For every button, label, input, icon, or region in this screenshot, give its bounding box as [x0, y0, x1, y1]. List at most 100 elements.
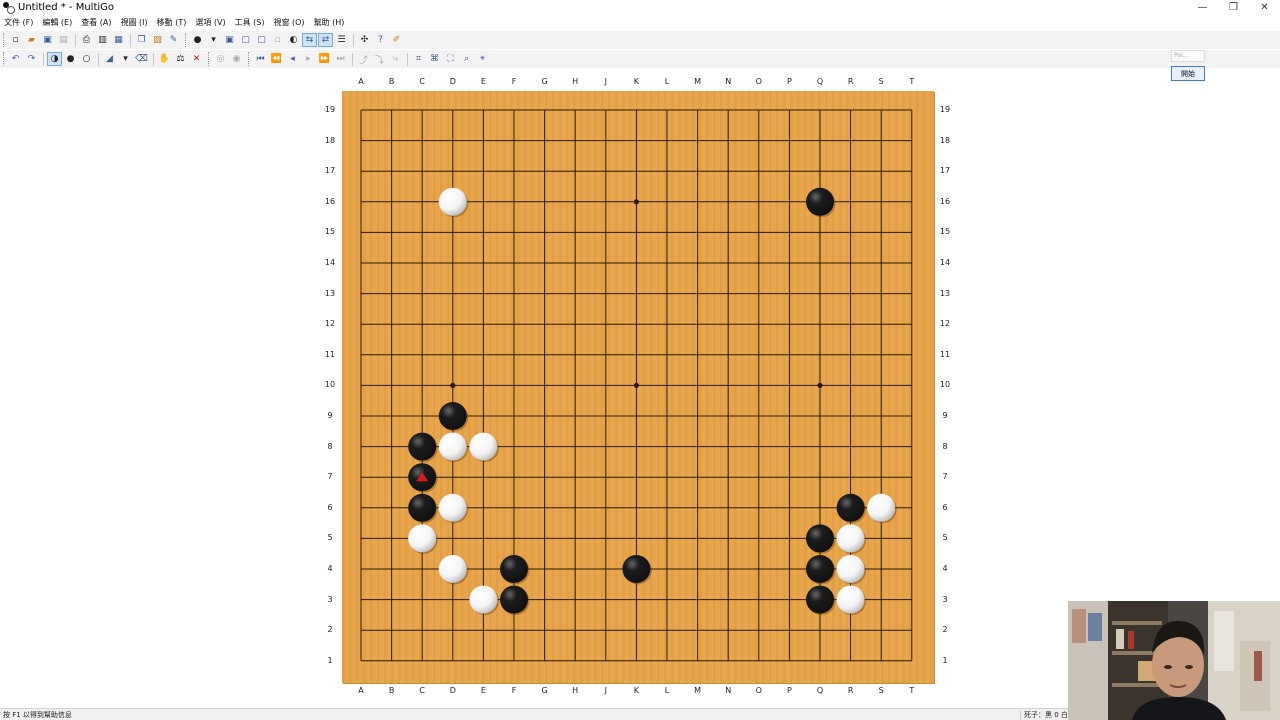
alternate-stones-icon[interactable]: ◑ [47, 52, 62, 66]
minimize-button[interactable]: — [1187, 0, 1218, 14]
find-2-icon[interactable]: ⌕ [459, 52, 474, 66]
white-stone-D8[interactable] [438, 432, 467, 461]
back-icon[interactable]: ◂ [285, 52, 300, 66]
black-stone-R6[interactable] [836, 493, 865, 522]
tools-icon[interactable]: ✣ [357, 33, 372, 47]
white-stone-S6[interactable] [867, 493, 896, 522]
black-stone-D9[interactable] [438, 402, 467, 430]
white-stone-R3[interactable] [836, 585, 865, 614]
row-label-left: 2 [327, 625, 333, 635]
paste-icon[interactable]: ▧ [150, 33, 165, 47]
first-move-icon[interactable]: ⏮ [253, 52, 268, 66]
point-input[interactable]: Poi... [1171, 50, 1205, 62]
score-icon[interactable]: ⚖ [173, 52, 188, 66]
row-label-right: 13 [939, 288, 951, 298]
toolbar-separator [153, 52, 154, 66]
white-stone-D4[interactable] [438, 555, 467, 583]
black-stone-F3[interactable] [500, 585, 528, 614]
menu-edit[interactable]: 編輯 (E) [38, 17, 77, 28]
white-stone-C5[interactable] [408, 524, 437, 553]
board-grid[interactable] [342, 91, 934, 683]
maximize-button[interactable]: ❐ [1218, 0, 1249, 14]
tree-icon[interactable]: ⌗ [411, 52, 426, 66]
hand-icon[interactable]: ✋ [157, 52, 172, 66]
list-icon[interactable]: ☰ [334, 33, 349, 47]
toolbar-grip[interactable] [3, 33, 6, 47]
menu-window[interactable]: 視窗 (O) [269, 17, 309, 28]
save-icon[interactable]: ▣ [40, 33, 55, 47]
close-button[interactable]: ✕ [1249, 0, 1280, 14]
black-stone-F4[interactable] [500, 555, 528, 583]
white-stone-E8[interactable] [469, 432, 498, 461]
row-label-left: 9 [327, 411, 333, 420]
toolbar-grip[interactable] [248, 52, 251, 66]
column-label-top: E [480, 77, 486, 86]
new-file-icon[interactable]: ▫ [8, 33, 23, 47]
menu-display[interactable]: 視圖 (I) [117, 17, 153, 28]
back-ten-icon[interactable]: ⏪ [269, 52, 284, 66]
menu-help[interactable]: 幫助 (H) [310, 17, 350, 28]
white-stone-R5[interactable] [836, 524, 865, 553]
branch-down-icon[interactable]: ⤷ [388, 52, 403, 66]
branch-up-icon[interactable]: ⤴ [356, 52, 371, 66]
help-query-icon[interactable]: ? [373, 33, 388, 47]
game-info-icon[interactable]: ✎ [166, 33, 181, 47]
pass-icon[interactable]: ◎ [213, 52, 228, 66]
black-stone-Q4[interactable] [806, 555, 834, 583]
start-button[interactable]: 開始 [1171, 66, 1205, 81]
redo-icon[interactable]: ↷ [24, 52, 39, 66]
white-stone-icon[interactable]: ○ [79, 52, 94, 66]
white-stone-D16[interactable] [438, 187, 467, 216]
toolbar-grip[interactable] [208, 52, 211, 66]
blank-window-icon[interactable]: ▫ [270, 33, 285, 47]
find-icon[interactable]: ⛶ [443, 52, 458, 66]
save-as-icon[interactable]: ▤ [56, 33, 71, 47]
black-stone-Q5[interactable] [806, 524, 834, 553]
go-board[interactable] [342, 91, 934, 683]
forward-icon[interactable]: ▸ [301, 52, 316, 66]
toolbar-grip[interactable] [3, 52, 6, 66]
resign-icon[interactable]: ◉ [229, 52, 244, 66]
white-stone-R4[interactable] [836, 555, 865, 583]
black-stone-C8[interactable] [408, 432, 437, 461]
board-view-icon[interactable]: ▣ [222, 33, 237, 47]
toolbar-grip[interactable] [185, 33, 188, 47]
mark-dropdown-icon[interactable]: ▾ [118, 52, 133, 66]
text-mode-2-icon[interactable]: ⇄ [318, 33, 333, 47]
column-label-top: O [755, 77, 762, 86]
white-stone-D6[interactable] [438, 493, 467, 522]
dropdown-arrow-icon[interactable]: ▾ [206, 33, 221, 47]
branch-icon[interactable]: ⤵ [372, 52, 387, 66]
menu-move[interactable]: 移動 (T) [153, 17, 192, 28]
print-preview-icon[interactable]: ▥ [95, 33, 110, 47]
find-3-icon[interactable]: ⌖ [475, 52, 490, 66]
menu-tools[interactable]: 工具 (S) [231, 17, 270, 28]
window-split-icon[interactable]: ▢ [254, 33, 269, 47]
menu-options[interactable]: 選項 (V) [191, 17, 230, 28]
eraser-icon[interactable]: ⌫ [134, 52, 149, 66]
black-stone-Q16[interactable] [806, 187, 834, 216]
row-label-left: 11 [324, 349, 336, 359]
last-move-icon[interactable]: ⏭ [333, 52, 348, 66]
window-icon[interactable]: ▢ [238, 33, 253, 47]
undo-icon[interactable]: ↶ [8, 52, 23, 66]
black-stone-Q3[interactable] [806, 585, 834, 614]
menu-view[interactable]: 查看 (A) [77, 17, 116, 28]
print-icon[interactable]: ⎙ [79, 33, 94, 47]
white-stone-E3[interactable] [469, 585, 498, 614]
black-stone-icon[interactable]: ● [63, 52, 78, 66]
menu-file[interactable]: 文件 (F) [0, 17, 38, 28]
pencil-icon[interactable]: ✐ [389, 33, 404, 47]
export-icon[interactable]: ▦ [111, 33, 126, 47]
text-mode-icon[interactable]: ⇆ [302, 33, 317, 47]
black-stone-C6[interactable] [408, 493, 437, 522]
delete-icon[interactable]: ✕ [189, 52, 204, 66]
copy-icon[interactable]: ❐ [134, 33, 149, 47]
stone-menu-icon[interactable]: ● [190, 33, 205, 47]
tree-2-icon[interactable]: ⌘ [427, 52, 442, 66]
coordinate-icon[interactable]: ◐ [286, 33, 301, 47]
open-folder-icon[interactable]: ▰ [24, 33, 39, 47]
forward-ten-icon[interactable]: ⏩ [317, 52, 332, 66]
black-stone-K4[interactable] [622, 555, 651, 583]
mark-icon[interactable]: ◢ [102, 52, 117, 66]
